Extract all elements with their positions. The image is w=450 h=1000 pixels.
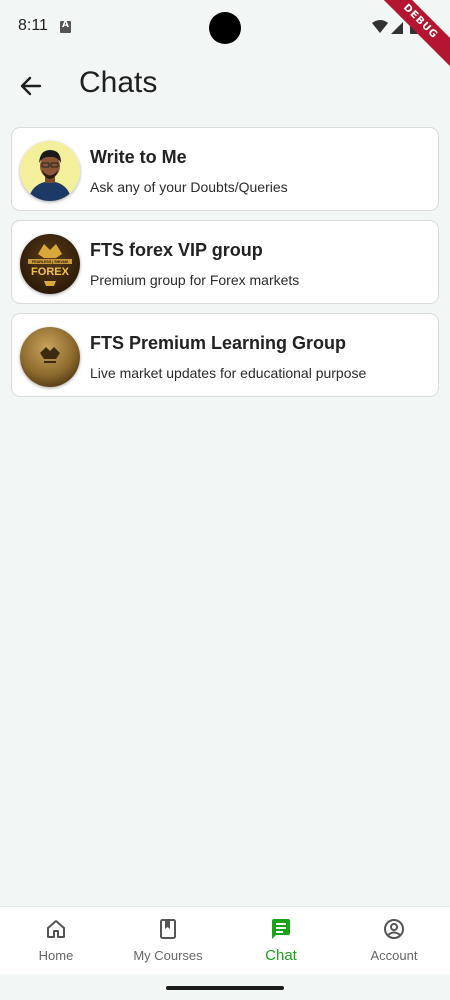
forex-brand-text: FEARLESS | SHIVAM (32, 260, 68, 264)
chat-item-forex-vip[interactable]: FEARLESS | SHIVAM FOREX FTS forex VIP gr… (11, 220, 439, 304)
avatar-forex-logo: FEARLESS | SHIVAM FOREX (20, 234, 80, 294)
avatar-person (20, 141, 80, 201)
chat-subtitle: Premium group for Forex markets (90, 272, 300, 288)
gesture-handle[interactable] (166, 986, 284, 990)
chat-icon (272, 919, 290, 939)
back-button[interactable] (14, 70, 48, 102)
avatar-gold-bull-logo (20, 327, 80, 387)
wifi-icon (372, 20, 388, 33)
book-icon (160, 919, 176, 939)
page-title: Chats (79, 66, 158, 99)
nav-item-chat[interactable]: Chat (225, 907, 337, 975)
chat-list: Write to Me Ask any of your Doubts/Queri… (11, 127, 439, 406)
nav-label: My Courses (133, 948, 203, 963)
chat-title: FTS forex VIP group (90, 240, 263, 260)
gesture-area (0, 974, 450, 1000)
back-arrow-icon (20, 76, 42, 96)
app-bar: Chats (0, 60, 450, 112)
status-bar: 8:11 DEBUG (0, 0, 450, 72)
chat-title: Write to Me (90, 147, 187, 167)
chat-item-premium-learning[interactable]: FTS Premium Learning Group Live market u… (11, 313, 439, 397)
chat-title: FTS Premium Learning Group (90, 333, 347, 353)
nav-item-account[interactable]: Account (338, 907, 450, 975)
bottom-navigation: Home My Courses Chat Account (0, 906, 450, 974)
notification-app-icon (60, 20, 71, 33)
account-icon (384, 919, 404, 939)
signal-icon (391, 22, 403, 34)
chat-subtitle: Ask any of your Doubts/Queries (90, 179, 288, 195)
nav-item-home[interactable]: Home (0, 907, 112, 975)
chat-item-write-to-me[interactable]: Write to Me Ask any of your Doubts/Queri… (11, 127, 439, 211)
nav-item-my-courses[interactable]: My Courses (112, 907, 224, 975)
nav-label: Chat (265, 947, 297, 964)
chats-screen: 8:11 DEBUG Chats (0, 0, 450, 1000)
nav-label: Account (370, 948, 418, 963)
forex-word-text: FOREX (31, 266, 70, 278)
chat-subtitle: Live market updates for educational purp… (90, 365, 367, 381)
camera-cutout (209, 12, 241, 44)
home-icon (47, 920, 65, 938)
status-time: 8:11 (18, 17, 48, 34)
nav-label: Home (38, 948, 74, 963)
